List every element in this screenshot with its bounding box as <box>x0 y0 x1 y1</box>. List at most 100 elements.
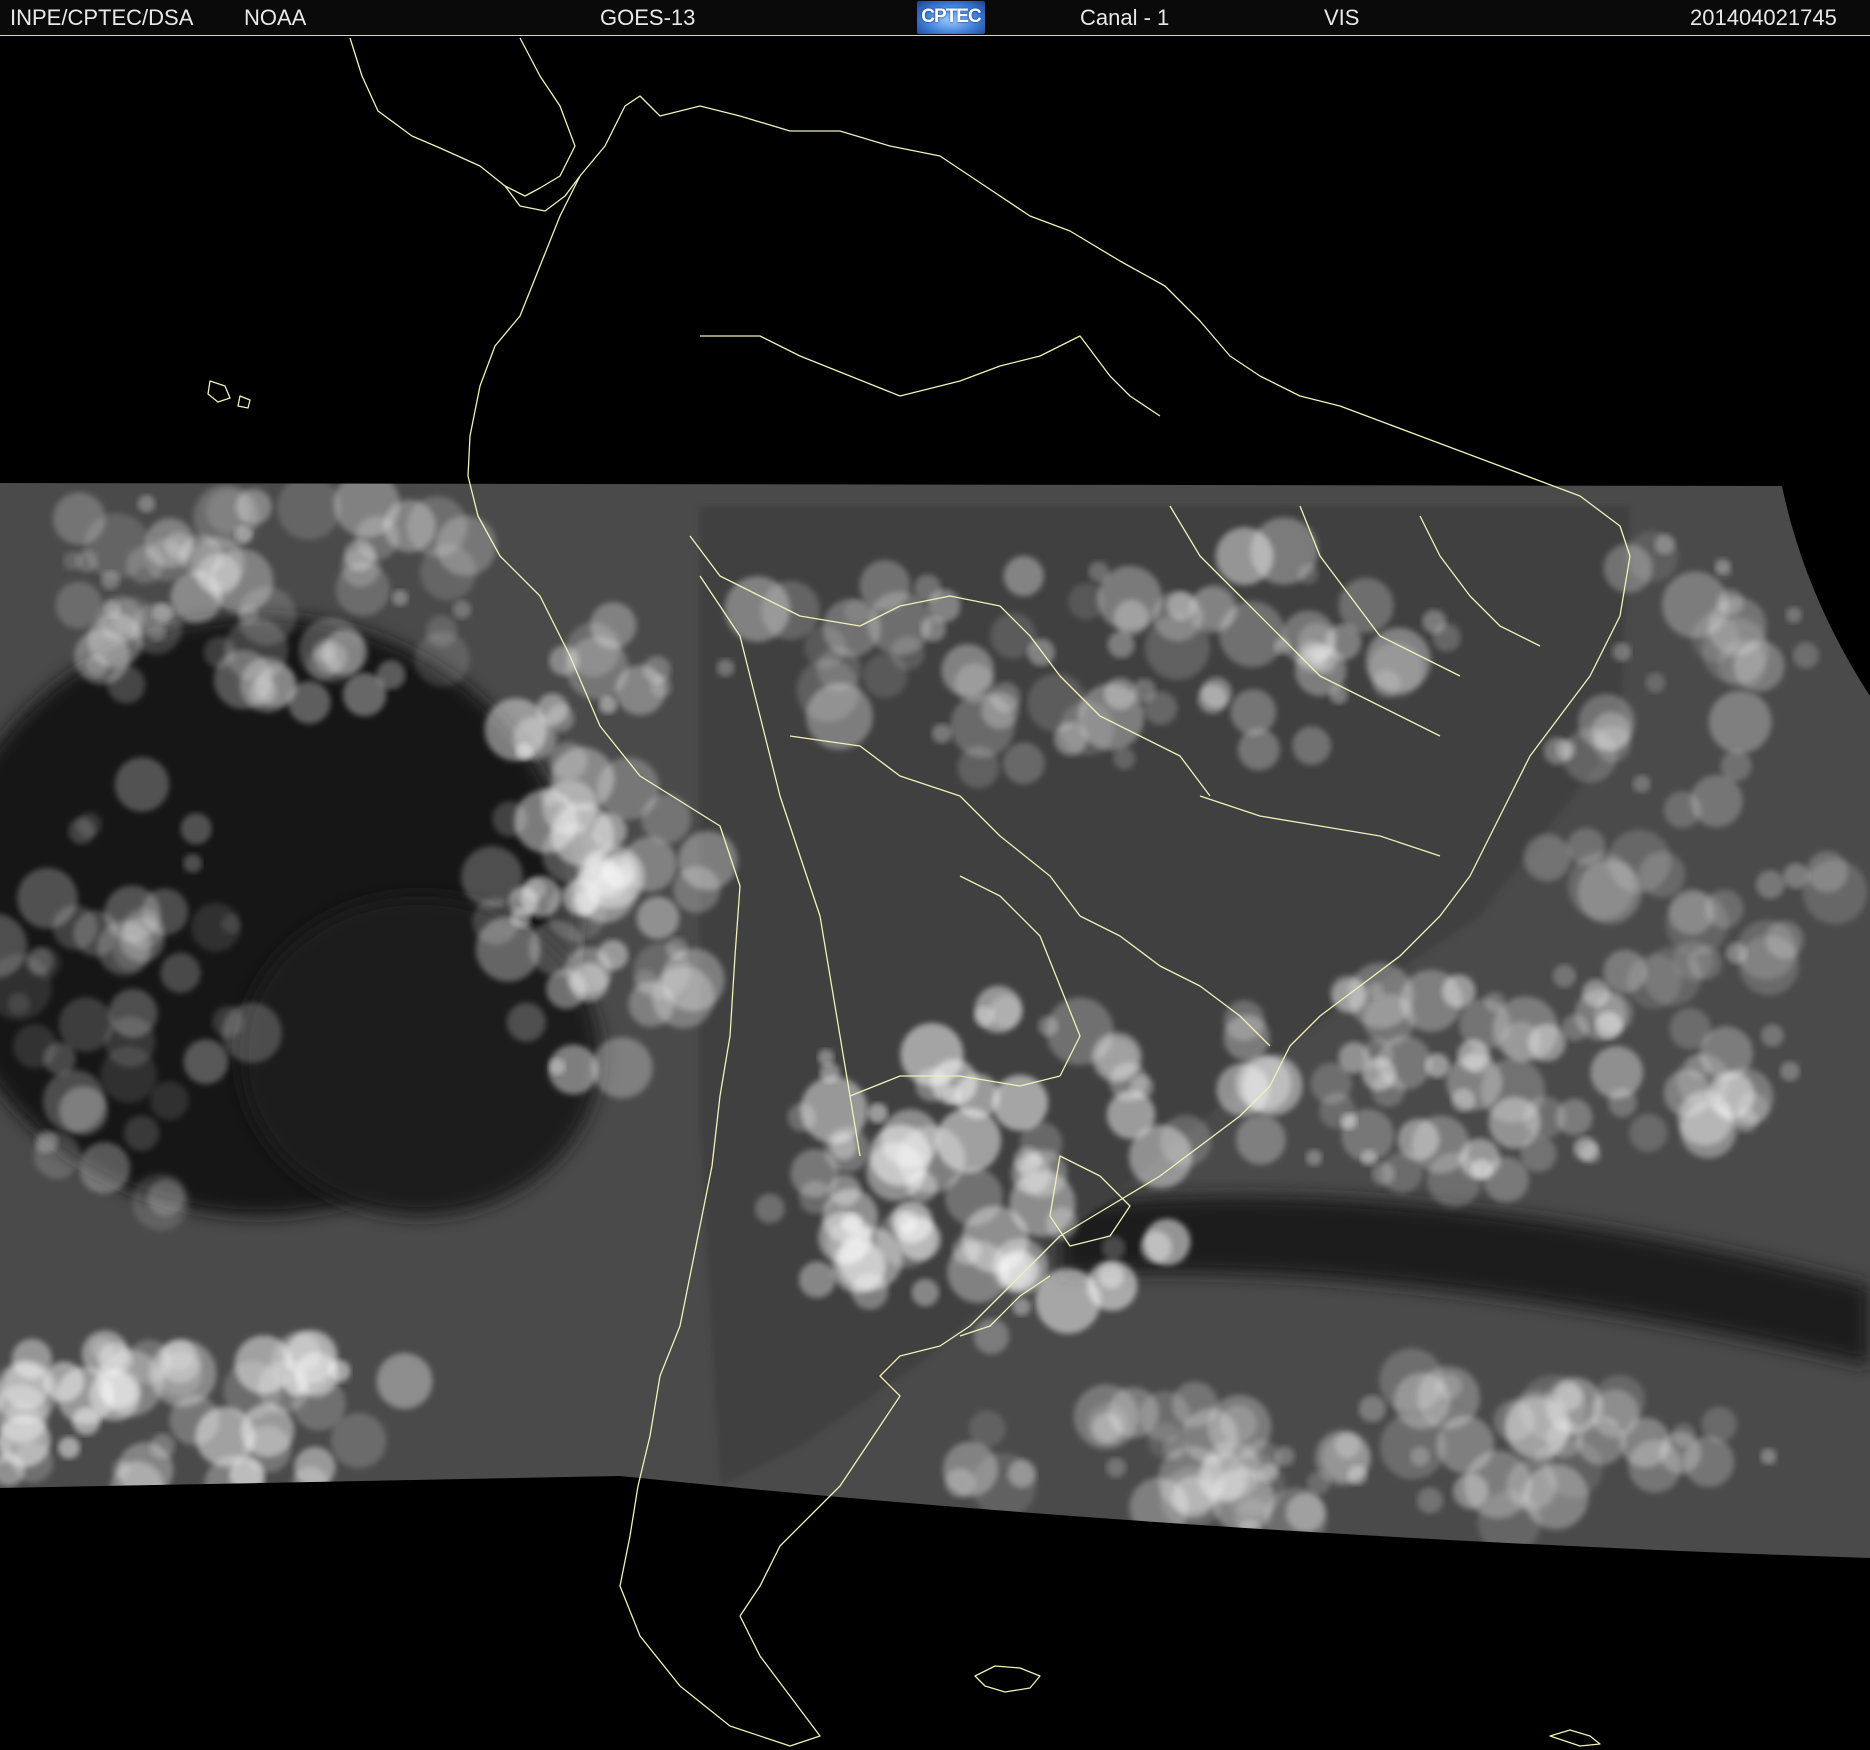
cloud-puff <box>43 1361 85 1402</box>
cloud-puff <box>1594 1374 1646 1426</box>
cloud-puff <box>549 741 588 781</box>
cloud-puff <box>1783 863 1809 889</box>
cloud-puff <box>59 1086 108 1135</box>
cloud-puff <box>130 603 182 655</box>
cloud-puff <box>1704 889 1744 929</box>
cloud-puff <box>1453 1473 1489 1509</box>
cloud-puff <box>276 483 341 540</box>
cloud-puff <box>1471 1158 1492 1179</box>
cloud-puff <box>641 794 691 844</box>
cloud-puff <box>1372 669 1401 698</box>
cloud-puff <box>1002 742 1045 785</box>
cloud-puff <box>1803 859 1868 925</box>
cloud-puff <box>1756 870 1785 899</box>
cloud-puff <box>34 1132 81 1179</box>
cloud-puff <box>724 576 791 642</box>
satellite-label: GOES-13 <box>600 5 696 30</box>
cloud-puff <box>1425 1053 1450 1078</box>
cloud-puff <box>1113 599 1150 636</box>
cptec-logo-text: CPTEC <box>921 6 981 27</box>
cloud-puff <box>787 1103 816 1132</box>
cloud-puff <box>1019 1121 1063 1165</box>
cloud-puff <box>1274 1446 1295 1467</box>
cloud-puff <box>816 646 862 692</box>
cloud-puff <box>548 1058 566 1075</box>
cloud-puff <box>55 581 103 629</box>
cloud-puff <box>1737 1092 1769 1124</box>
cloud-puff <box>238 604 259 625</box>
cloud-puff <box>841 1213 862 1234</box>
cloud-puff <box>1292 726 1331 765</box>
cloud-puff <box>1561 1014 1589 1042</box>
cloud-puff <box>1715 562 1732 579</box>
cloud-puff <box>1379 1348 1444 1413</box>
cloud-puff <box>1632 774 1651 793</box>
satellite-map <box>0 36 1870 1750</box>
cloud-puff <box>190 536 245 591</box>
cloud-puff <box>2 1362 50 1410</box>
cloud-puff <box>1465 1047 1493 1075</box>
cloud-puff <box>68 817 96 845</box>
cloud-puff <box>954 1073 1000 1119</box>
cloud-puff <box>506 1002 546 1042</box>
cloud-puff <box>824 1127 870 1173</box>
cloud-puff <box>183 853 203 873</box>
cloud-puff <box>1077 683 1145 751</box>
cloud-puff <box>652 965 715 1029</box>
cloud-puff <box>1113 747 1136 770</box>
cloud-puff <box>1334 1432 1361 1459</box>
cloud-puff <box>1643 946 1702 1006</box>
cloud-puff <box>52 492 106 545</box>
cloud-puff <box>1143 691 1178 725</box>
satellite-image-svg <box>0 36 1870 1750</box>
cloud-puff <box>947 1241 1010 1303</box>
cloud-puff <box>392 589 409 606</box>
cloud-puff <box>1765 920 1804 959</box>
cloud-puff <box>158 1341 201 1383</box>
cloud-puff <box>597 939 629 971</box>
cloud-puff <box>1380 1413 1446 1480</box>
cloud-puff <box>376 660 406 690</box>
cloud-puff <box>1484 991 1506 1013</box>
cloud-puff <box>1520 1135 1557 1173</box>
cloud-puff <box>17 867 78 929</box>
cloud-puff <box>673 865 721 913</box>
cloud-puff <box>1088 561 1110 582</box>
cloud-puff <box>180 813 212 845</box>
cloud-puff <box>1567 852 1636 920</box>
cloud-puff <box>636 896 680 940</box>
cloud-puff <box>1360 1149 1377 1166</box>
cloud-puff <box>1659 1431 1702 1474</box>
cloud-puff <box>81 1330 129 1378</box>
cloud-puff <box>1411 1115 1470 1174</box>
cloud-puff <box>1416 1487 1444 1514</box>
cloud-puff <box>974 985 1023 1033</box>
cloud-puff <box>1612 642 1631 662</box>
cloud-puff <box>1054 722 1088 756</box>
cloud-puff <box>716 658 735 677</box>
cloud-puff <box>1680 1101 1737 1159</box>
cloud-puff <box>1371 1162 1395 1186</box>
cloud-puff <box>1523 1464 1589 1530</box>
cloud-puff <box>1708 690 1772 754</box>
cloud-puff <box>221 914 241 934</box>
cloud-puff <box>650 675 673 698</box>
cloud-puff <box>1543 737 1572 765</box>
cloud-puff <box>149 1433 175 1459</box>
cloud-puff <box>1338 1041 1370 1074</box>
cloud-puff <box>1523 833 1572 882</box>
cloud-puff <box>1358 1395 1386 1423</box>
cloud-puff <box>1629 1113 1668 1153</box>
cloud-puff <box>754 1193 785 1224</box>
cloud-puff <box>1552 964 1576 988</box>
cloud-puff <box>72 1407 101 1436</box>
cloud-puff <box>355 515 399 560</box>
cloud-puff <box>1347 962 1414 1029</box>
cloud-puff <box>1 1402 45 1446</box>
cloud-puff <box>376 1353 433 1409</box>
cloud-puff <box>1273 638 1291 655</box>
cloud-puff <box>240 657 295 713</box>
cloud-puff <box>1645 672 1666 693</box>
cloud-puff <box>1582 979 1610 1007</box>
cloud-puff <box>1297 563 1319 585</box>
